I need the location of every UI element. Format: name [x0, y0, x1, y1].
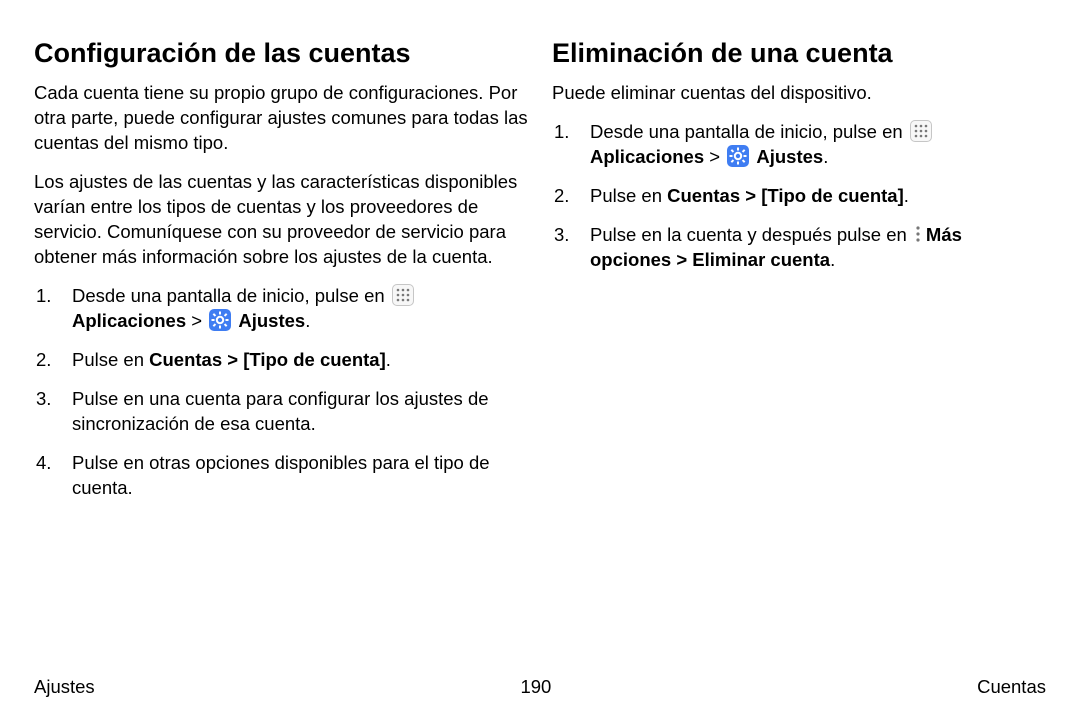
period: . — [386, 349, 391, 370]
settings-gear-icon — [727, 145, 749, 167]
heading-delete-account: Eliminación de una cuenta — [552, 38, 1046, 69]
steps-list-configure: Desde una pantalla de inicio, pulse en A… — [34, 284, 528, 501]
settings-gear-icon — [209, 309, 231, 331]
period: . — [830, 249, 835, 270]
period: . — [904, 185, 909, 206]
page-footer: Ajustes 190 Cuentas — [34, 676, 1046, 698]
step-text: Pulse en otras opciones disponibles para… — [72, 452, 490, 498]
accounts-path: Cuentas > [Tipo de cuenta] — [149, 349, 386, 370]
period: . — [823, 146, 828, 167]
paragraph-intro-1: Cada cuenta tiene su propio grupo de con… — [34, 81, 528, 156]
heading-account-settings: Configuración de las cuentas — [34, 38, 528, 69]
two-column-layout: Configuración de las cuentas Cada cuenta… — [34, 38, 1046, 515]
page-number: 190 — [520, 676, 551, 698]
manual-page: Configuración de las cuentas Cada cuenta… — [0, 0, 1080, 720]
apps-label: Aplicaciones — [590, 146, 704, 167]
footer-left: Ajustes — [34, 676, 95, 698]
steps-list-delete: Desde una pantalla de inicio, pulse en A… — [552, 120, 1046, 273]
settings-label: Ajustes — [238, 310, 305, 331]
apps-grid-icon — [392, 284, 414, 306]
step-4: Pulse en otras opciones disponibles para… — [34, 451, 528, 501]
step-text: Pulse en — [72, 349, 149, 370]
step-3: Pulse en una cuenta para configurar los … — [34, 387, 528, 437]
chevron: > — [186, 310, 207, 331]
left-column: Configuración de las cuentas Cada cuenta… — [34, 38, 528, 515]
apps-grid-icon — [910, 120, 932, 142]
paragraph-intro-2: Los ajustes de las cuentas y las caracte… — [34, 170, 528, 270]
step-2: Pulse en Cuentas > [Tipo de cuenta]. — [552, 184, 1046, 209]
footer-right: Cuentas — [977, 676, 1046, 698]
paragraph-delete-intro: Puede eliminar cuentas del dispositivo. — [552, 81, 1046, 106]
right-column: Eliminación de una cuenta Puede eliminar… — [552, 38, 1046, 515]
step-1: Desde una pantalla de inicio, pulse en A… — [552, 120, 1046, 170]
step-text: Pulse en — [590, 185, 667, 206]
step-text: Pulse en la cuenta y después pulse en — [590, 224, 912, 245]
period: . — [305, 310, 310, 331]
settings-label: Ajustes — [756, 146, 823, 167]
step-text: Desde una pantalla de inicio, pulse en — [590, 121, 908, 142]
accounts-path: Cuentas > [Tipo de cuenta] — [667, 185, 904, 206]
step-text: Pulse en una cuenta para configurar los … — [72, 388, 489, 434]
step-1: Desde una pantalla de inicio, pulse en A… — [34, 284, 528, 334]
step-text: Desde una pantalla de inicio, pulse en — [72, 285, 390, 306]
chevron: > — [704, 146, 725, 167]
step-2: Pulse en Cuentas > [Tipo de cuenta]. — [34, 348, 528, 373]
more-options-icon — [912, 223, 924, 245]
apps-label: Aplicaciones — [72, 310, 186, 331]
step-3: Pulse en la cuenta y después pulse en Má… — [552, 223, 1046, 273]
